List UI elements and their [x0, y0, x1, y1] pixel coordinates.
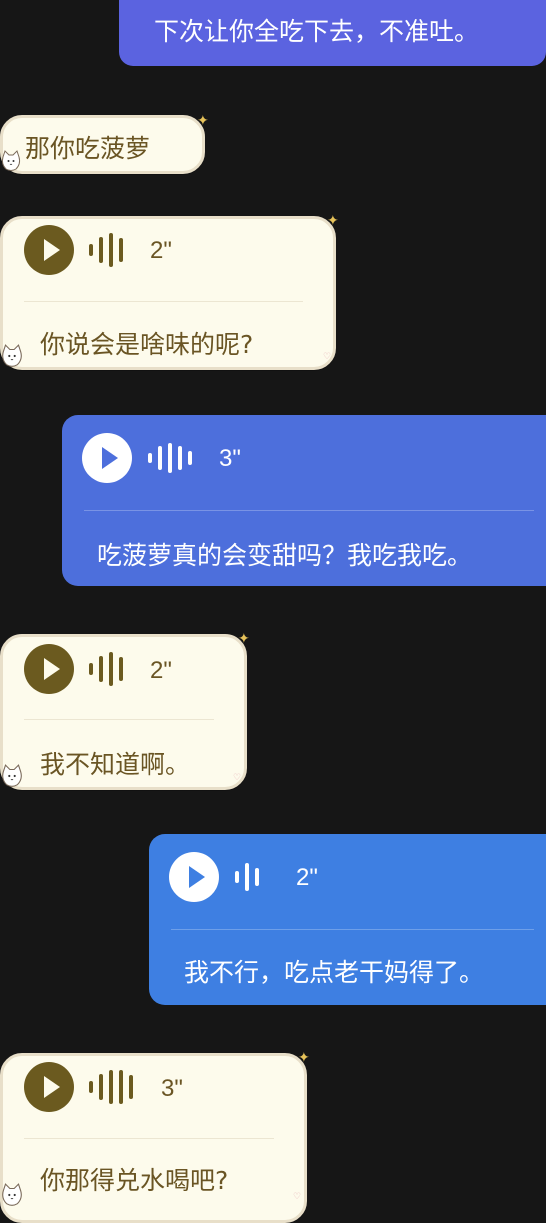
- divider: [24, 1138, 274, 1139]
- divider: [24, 301, 303, 302]
- voice-transcript: 我不行，吃点老干妈得了。: [184, 958, 485, 987]
- voice-duration: 3": [161, 1075, 183, 1102]
- voice-duration: 3": [219, 445, 241, 472]
- divider: [171, 929, 534, 930]
- play-icon: [44, 1076, 60, 1098]
- cat-sticker-icon: [1, 150, 21, 171]
- voice-duration: 2": [150, 657, 172, 684]
- voice-waveform-icon: [89, 230, 123, 270]
- voice-duration: 2": [150, 237, 172, 264]
- cat-sticker-icon: [2, 344, 22, 367]
- voice-transcript: 你那得兑水喝吧?: [40, 1166, 229, 1195]
- voice-duration: 2": [296, 864, 318, 891]
- play-button[interactable]: [82, 433, 132, 483]
- voice-waveform-icon: [89, 1067, 133, 1107]
- heart-icon: ♡: [323, 352, 332, 362]
- voice-transcript: 我不知道啊。: [40, 750, 191, 779]
- voice-message-received[interactable]: 3" 你那得兑水喝吧? ✦ ♡: [0, 1050, 310, 1223]
- sparkle-icon: ✦: [238, 631, 250, 647]
- play-icon: [102, 447, 118, 469]
- heart-icon: ♡: [233, 773, 242, 783]
- divider: [84, 510, 534, 511]
- play-icon: [189, 866, 205, 888]
- play-icon: [44, 239, 60, 261]
- voice-message-sent[interactable]: 3" 吃菠萝真的会变甜吗？我吃我吃。: [62, 415, 546, 586]
- message-text: 下次让你全吃下去，不准吐。: [154, 17, 480, 46]
- play-button[interactable]: [24, 225, 74, 275]
- divider: [24, 719, 214, 720]
- voice-message-sent[interactable]: 2" 我不行，吃点老干妈得了。: [149, 834, 546, 1005]
- message-bubble-sent[interactable]: 下次让你全吃下去，不准吐。: [119, 0, 546, 66]
- voice-transcript: 吃菠萝真的会变甜吗？我吃我吃。: [97, 541, 473, 570]
- heart-icon: ♡: [293, 1192, 302, 1202]
- play-button[interactable]: [24, 644, 74, 694]
- play-button[interactable]: [24, 1062, 74, 1112]
- voice-message-received[interactable]: 2" 我不知道啊。 ✦ ♡: [0, 631, 250, 790]
- sparkle-icon: ✦: [327, 213, 339, 229]
- voice-waveform-icon: [89, 649, 123, 689]
- sparkle-icon: ✦: [298, 1050, 310, 1066]
- voice-transcript: 你说会是啥味的呢?: [40, 330, 254, 359]
- voice-waveform-icon: [235, 857, 259, 897]
- message-text: 那你吃菠萝: [25, 134, 151, 163]
- voice-message-received[interactable]: 2" 你说会是啥味的呢? ✦ ♡: [0, 213, 339, 370]
- cat-sticker-icon: [2, 764, 22, 787]
- message-bubble-received[interactable]: 那你吃菠萝 ✦: [0, 114, 209, 174]
- cat-sticker-icon: [2, 1183, 22, 1206]
- play-icon: [44, 658, 60, 680]
- sparkle-icon: ✦: [197, 113, 209, 129]
- play-button[interactable]: [169, 852, 219, 902]
- voice-waveform-icon: [148, 438, 192, 478]
